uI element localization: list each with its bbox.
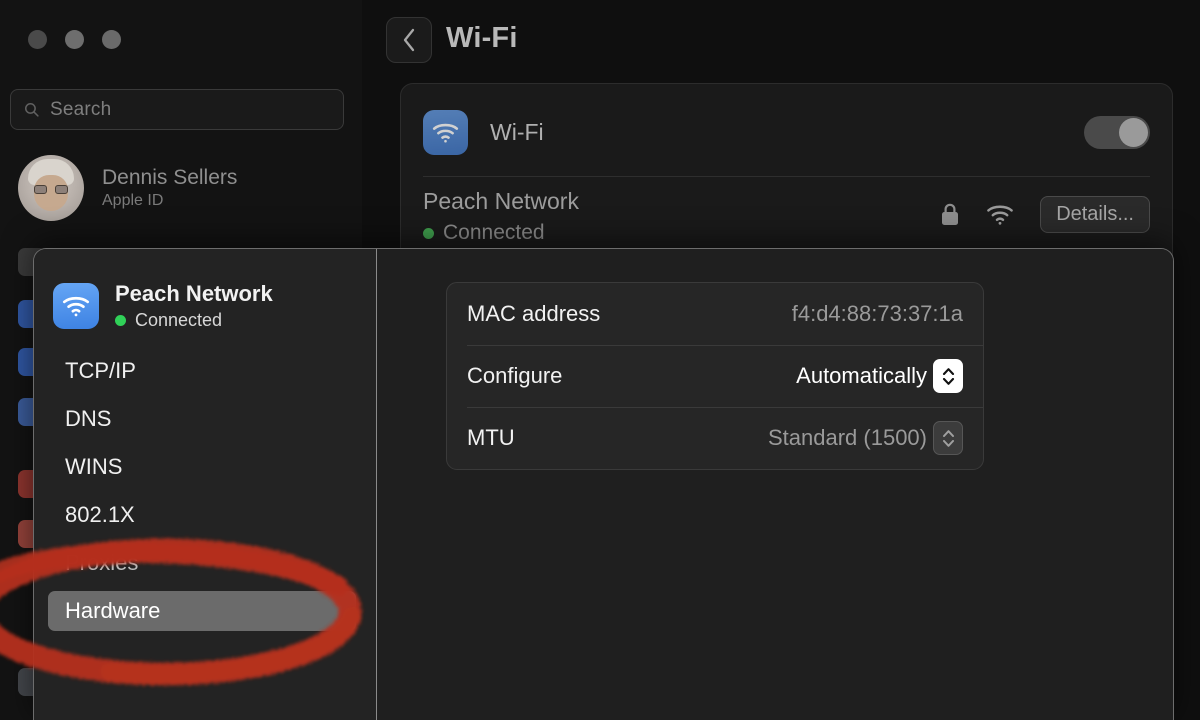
- search-placeholder: Search: [50, 99, 111, 121]
- back-button[interactable]: [386, 17, 432, 63]
- chevron-left-icon: [401, 27, 417, 53]
- pref-row-mac-address: MAC address f4:d4:88:73:37:1a: [447, 283, 983, 345]
- sheet-nav-label: DNS: [65, 406, 111, 432]
- hardware-prefs-card: MAC address f4:d4:88:73:37:1a Configure …: [446, 282, 984, 470]
- chevron-up-down-icon[interactable]: [933, 421, 963, 455]
- sheet-nav-label: 802.1X: [65, 502, 135, 528]
- chevron-up-down-icon[interactable]: [933, 359, 963, 393]
- mtu-popup[interactable]: Standard (1500): [768, 421, 963, 455]
- configure-popup[interactable]: Automatically: [796, 359, 963, 393]
- close-button[interactable]: [28, 30, 47, 49]
- sheet-nav-item-proxies[interactable]: Proxies: [48, 543, 356, 583]
- screen: Search Dennis Sellers Apple ID: [0, 0, 1200, 720]
- sheet-nav-label: TCP/IP: [65, 358, 136, 384]
- mac-address-value: f4:d4:88:73:37:1a: [792, 301, 963, 327]
- pref-label: Configure: [467, 363, 562, 389]
- page-title: Wi-Fi: [446, 22, 518, 55]
- sidebar-item-apple-id[interactable]: Dennis Sellers Apple ID: [18, 155, 237, 221]
- wifi-toggle-row: Wi-Fi: [423, 104, 1150, 160]
- pref-row-configure: Configure Automatically: [447, 345, 983, 407]
- divider: [423, 176, 1150, 177]
- network-status-label: Connected: [443, 221, 545, 245]
- sheet-network-name: Peach Network: [115, 281, 273, 307]
- window-traffic-lights[interactable]: [28, 30, 121, 49]
- search-icon: [23, 101, 40, 118]
- lock-icon: [940, 202, 960, 227]
- sheet-nav-label: Proxies: [65, 550, 138, 576]
- mtu-value: Standard (1500): [768, 425, 927, 451]
- pref-label: MTU: [467, 425, 515, 451]
- sheet-nav-label: Hardware: [65, 598, 160, 624]
- minimize-button[interactable]: [65, 30, 84, 49]
- sheet-nav-item-hardware[interactable]: Hardware: [48, 591, 356, 631]
- zoom-button[interactable]: [102, 30, 121, 49]
- account-subtitle: Apple ID: [102, 192, 237, 210]
- status-dot: [423, 228, 434, 239]
- wifi-icon: [423, 110, 468, 155]
- sheet-nav-item-8021x[interactable]: 802.1X: [48, 495, 356, 535]
- wifi-toggle-label: Wi-Fi: [490, 119, 544, 146]
- sheet-content: MAC address f4:d4:88:73:37:1a Configure …: [377, 249, 1173, 720]
- status-dot: [115, 315, 126, 326]
- sheet-network-status: Connected: [135, 310, 222, 331]
- sheet-nav-label: WINS: [65, 454, 122, 480]
- wifi-signal-icon: [986, 204, 1014, 225]
- sheet-nav-item-wins[interactable]: WINS: [48, 447, 356, 487]
- sheet-sidebar: Peach Network Connected TCP/IP DNS WINS …: [34, 249, 377, 720]
- pref-row-mtu: MTU Standard (1500): [447, 407, 983, 469]
- network-details-sheet: Peach Network Connected TCP/IP DNS WINS …: [33, 248, 1174, 720]
- wifi-toggle-switch[interactable]: [1084, 116, 1150, 149]
- sheet-header: Peach Network Connected: [53, 281, 273, 331]
- wifi-icon: [53, 283, 99, 329]
- sheet-nav-item-tcpip[interactable]: TCP/IP: [48, 351, 356, 391]
- details-button[interactable]: Details...: [1040, 196, 1150, 233]
- account-name: Dennis Sellers: [102, 166, 237, 190]
- sheet-nav-item-dns[interactable]: DNS: [48, 399, 356, 439]
- pref-label: MAC address: [467, 301, 600, 327]
- search-input[interactable]: Search: [10, 89, 344, 130]
- configure-value: Automatically: [796, 363, 927, 389]
- avatar: [18, 155, 84, 221]
- toggle-knob: [1119, 118, 1148, 147]
